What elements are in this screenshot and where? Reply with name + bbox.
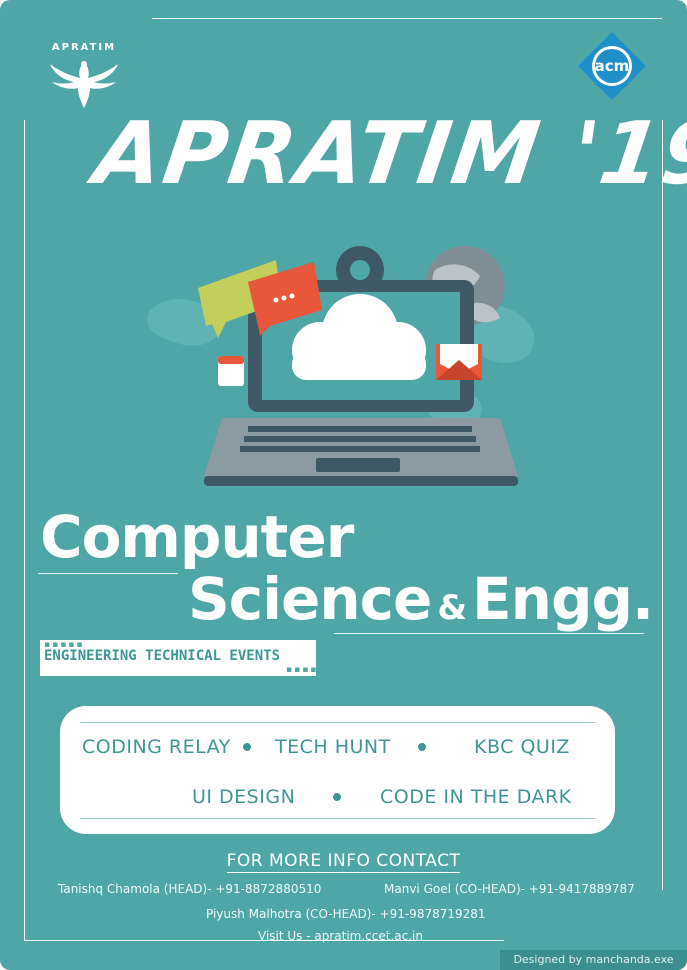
events-divider-bottom [80, 818, 595, 819]
event-bullet [243, 743, 251, 751]
event-tech-hunt: TECH HUNT [275, 736, 391, 758]
event-title: APRATIM '19 [88, 104, 687, 204]
event-ui-design: UI DESIGN [192, 786, 296, 808]
heading-ampersand: & [437, 588, 467, 628]
info-title: FOR MORE INFO CONTACT [0, 851, 687, 873]
events-divider-top [80, 722, 595, 723]
heading-computer: Computer [40, 503, 354, 571]
phoenix-icon [50, 61, 118, 108]
subhead-dots-decoration: ▪▪▪▪▪ [286, 665, 327, 675]
heading-science: Science [188, 565, 432, 633]
acm-logo: acm [574, 28, 650, 104]
calendar-icon [218, 356, 244, 386]
event-bullet [333, 793, 341, 801]
heading-rule-right [334, 633, 644, 634]
contact-cohead-1: Manvi Goel (CO-HEAD)- +91-9417889787 [384, 882, 635, 896]
acm-text: acm [594, 57, 630, 75]
frame-left-line [24, 120, 25, 940]
subhead-text: ENGINEERING TECHNICAL EVENTS [44, 648, 281, 664]
heading-science-engg: Science & Engg. [188, 565, 654, 633]
envelope-icon [436, 344, 482, 380]
events-box [60, 706, 615, 834]
event-bullet [418, 743, 426, 751]
contact-cohead-2: Piyush Malhotra (CO-HEAD)- +91-987871928… [206, 907, 486, 921]
designer-credit: Designed by manchanda.exe [500, 950, 687, 970]
website-link[interactable]: Visit Us - apratim.ccet.ac.in [258, 929, 423, 943]
info-title-text: FOR MORE INFO CONTACT [226, 851, 461, 873]
frame-right-line [662, 120, 663, 890]
event-kbc-quiz: KBC QUIZ [474, 736, 570, 758]
apratim-logo: APRATIM [34, 42, 134, 112]
heading-engg: Engg. [472, 565, 654, 633]
event-code-in-the-dark: CODE IN THE DARK [380, 786, 572, 808]
laptop-base-edge [204, 476, 518, 486]
contact-head: Tanishq Chamola (HEAD)- +91-8872880510 [58, 882, 322, 896]
laptop-cloud-illustration [147, 246, 535, 486]
frame-top-line [152, 18, 662, 19]
event-coding-relay: CODING RELAY [82, 736, 231, 758]
poster: APRATIM acm APRATIM '19 Computer Science… [0, 0, 687, 970]
heading-rule-left [38, 573, 178, 574]
